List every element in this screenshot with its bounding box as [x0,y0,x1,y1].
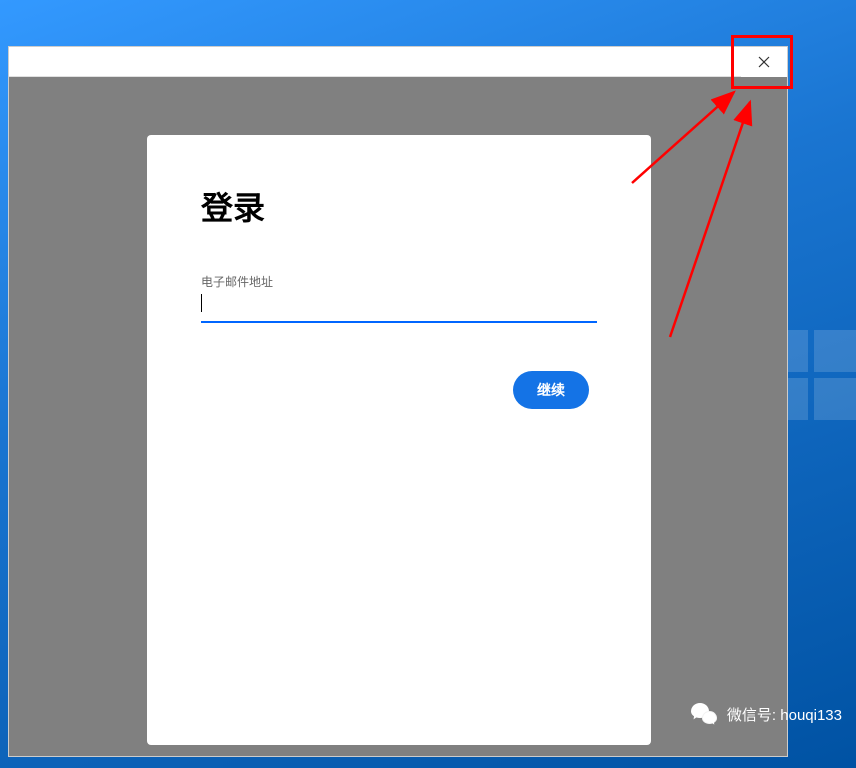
text-cursor [201,294,202,312]
watermark-account: houqi133 [780,707,842,724]
watermark-text: 微信号: houqi133 [727,704,842,725]
continue-button[interactable]: 继续 [513,371,589,409]
close-button[interactable] [741,47,787,77]
window-titlebar [9,47,787,77]
login-title: 登录 [201,183,597,229]
email-input-wrap [201,292,597,323]
watermark-prefix: 微信号: [727,707,780,724]
watermark: 微信号: houqi133 [691,702,842,726]
close-icon [758,56,770,68]
email-label: 电子邮件地址 [201,273,597,290]
wechat-icon [691,702,719,726]
modal-window: 登录 电子邮件地址 继续 [8,46,788,757]
email-field[interactable] [201,292,597,323]
login-card: 登录 电子邮件地址 继续 [147,135,651,745]
